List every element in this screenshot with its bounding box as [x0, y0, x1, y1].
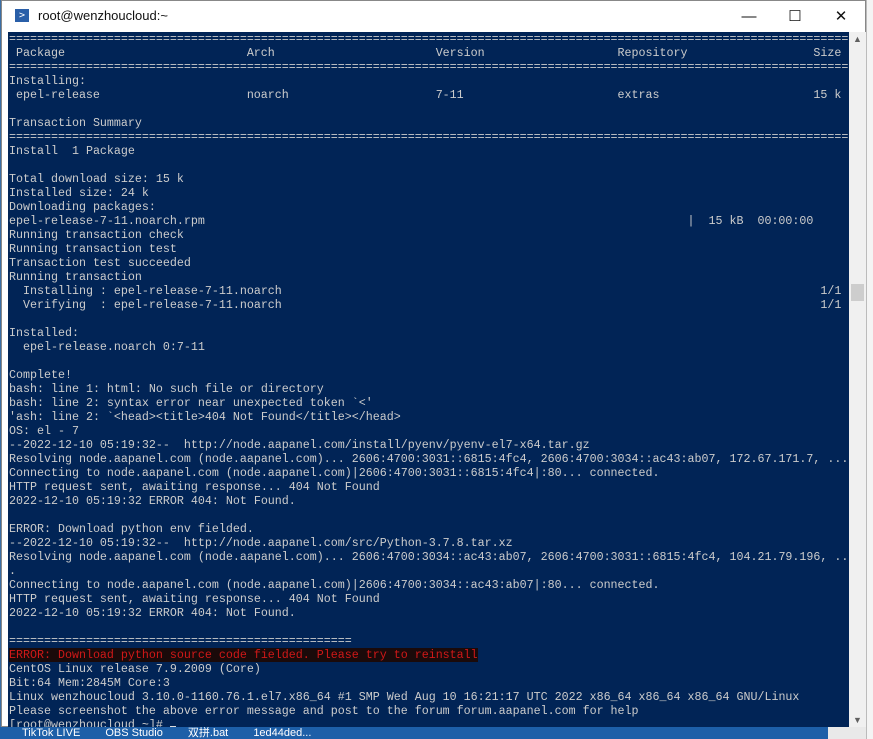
column-package: Package: [15, 46, 65, 60]
powershell-icon: >: [15, 9, 29, 22]
column-arch: Arch: [246, 46, 275, 60]
shell-prompt: [root@wenzhoucloud ~]#: [9, 718, 170, 727]
installing-line: Installing : epel-release-7-11.noarch 1/…: [9, 284, 848, 298]
separator: ========================================…: [9, 60, 849, 74]
column-repository: Repository: [617, 46, 688, 60]
terminal-output[interactable]: ========================================…: [8, 32, 849, 727]
output-line: 2022-12-10 05:19:32 ERROR 404: Not Found…: [9, 494, 296, 508]
output-line: --2022-12-10 05:19:32-- http://node.aapa…: [9, 536, 513, 550]
column-size: Size: [813, 46, 842, 60]
separator: ========================================…: [9, 130, 849, 144]
output-line: Transaction Summary: [9, 116, 142, 130]
terminal-window: > root@wenzhoucloud:~ — ☐ ✕ ============…: [1, 0, 866, 727]
scroll-up-icon[interactable]: ▲: [849, 34, 866, 44]
verifying-count: 1/1: [820, 298, 842, 312]
output-line: HTTP request sent, awaiting response... …: [9, 480, 380, 494]
cell-version: 7-11: [435, 88, 464, 102]
table-row: epel-release noarch 7-11 extras 15 k: [9, 88, 848, 102]
output-line: Connecting to node.aapanel.com (node.aap…: [9, 578, 660, 592]
scroll-down-icon[interactable]: ▼: [849, 715, 866, 725]
output-line: Downloading packages:: [9, 200, 156, 214]
output-line: bash: line 1: html: No such file or dire…: [9, 382, 324, 396]
installing-text: Installing : epel-release-7-11.noarch: [9, 284, 282, 298]
output-line: --2022-12-10 05:19:32-- http://node.aapa…: [9, 438, 590, 452]
output-line: Installed size: 24 k: [9, 186, 149, 200]
output-line: 2022-12-10 05:19:32 ERROR 404: Not Found…: [9, 606, 296, 620]
output-line: Linux wenzhoucloud 3.10.0-1160.76.1.el7.…: [9, 690, 800, 704]
window-title: root@wenzhoucloud:~: [38, 8, 168, 23]
verifying-text: Verifying : epel-release-7-11.noarch: [9, 298, 282, 312]
output-line: Total download size: 15 k: [9, 172, 184, 186]
output-line: Running transaction test: [9, 242, 177, 256]
error-message: ERROR: Download python source code field…: [9, 648, 478, 662]
verifying-line: Verifying : epel-release-7-11.noarch 1/1: [9, 298, 848, 312]
separator-short: ========================================…: [9, 634, 352, 648]
taskbar-item[interactable]: 双拼.bat: [188, 727, 228, 739]
output-line: CentOS Linux release 7.9.2009 (Core): [9, 662, 261, 676]
taskbar-item[interactable]: 1ed44ded...: [253, 727, 311, 739]
taskbar: TikTok LIVE OBS Studio 双拼.bat 1ed44ded..…: [0, 727, 828, 739]
separator: ========================================…: [9, 32, 849, 46]
output-line: Connecting to node.aapanel.com (node.aap…: [9, 466, 660, 480]
cell-arch: noarch: [246, 88, 289, 102]
close-button[interactable]: ✕: [818, 1, 864, 32]
taskbar-item[interactable]: TikTok LIVE: [22, 727, 80, 739]
desktop-background-right: [866, 0, 873, 739]
download-line: epel-release-7-11.noarch.rpm | 15 kB 00:…: [9, 214, 848, 228]
output-line: Running transaction: [9, 270, 142, 284]
table-header: Package Arch Version Repository Size: [9, 46, 848, 60]
rpm-name: epel-release-7-11.noarch.rpm: [9, 214, 205, 228]
output-line: Bit:64 Mem:2845M Core:3: [9, 676, 170, 690]
taskbar-item[interactable]: OBS Studio: [105, 727, 162, 739]
maximize-button[interactable]: ☐: [772, 1, 818, 32]
group-label: Installing:: [9, 74, 86, 88]
scrollbar-thumb[interactable]: [851, 284, 864, 301]
output-line: 'ash: line 2: `<head><title>404 Not Foun…: [9, 410, 401, 424]
cell-repository: extras: [617, 88, 660, 102]
download-progress: | 15 kB 00:00:00: [687, 214, 814, 228]
output-line: Resolving node.aapanel.com (node.aapanel…: [9, 452, 849, 466]
vertical-scrollbar[interactable]: ▲ ▼: [849, 32, 866, 727]
output-line: ERROR: Download python env fielded.: [9, 522, 254, 536]
output-line: Please screenshot the above error messag…: [9, 704, 639, 718]
installing-count: 1/1: [820, 284, 842, 298]
output-line: Complete!: [9, 368, 72, 382]
output-line: Transaction test succeeded: [9, 256, 191, 270]
output-line: Running transaction check: [9, 228, 184, 242]
output-line: .: [9, 564, 16, 578]
minimize-button[interactable]: —: [726, 1, 772, 32]
output-line: Resolving node.aapanel.com (node.aapanel…: [9, 550, 849, 564]
output-line: OS: el - 7: [9, 424, 79, 438]
cell-size: 15 k: [813, 88, 842, 102]
output-line: Install 1 Package: [9, 144, 135, 158]
output-line: epel-release.noarch 0:7-11: [9, 340, 205, 354]
output-line: HTTP request sent, awaiting response... …: [9, 592, 380, 606]
output-line: Installed:: [9, 326, 79, 340]
output-line: bash: line 2: syntax error near unexpect…: [9, 396, 373, 410]
prompt-line[interactable]: [root@wenzhoucloud ~]#: [9, 718, 848, 727]
column-version: Version: [435, 46, 485, 60]
cell-package: epel-release: [15, 88, 100, 102]
title-bar[interactable]: > root@wenzhoucloud:~ — ☐ ✕: [2, 1, 865, 32]
